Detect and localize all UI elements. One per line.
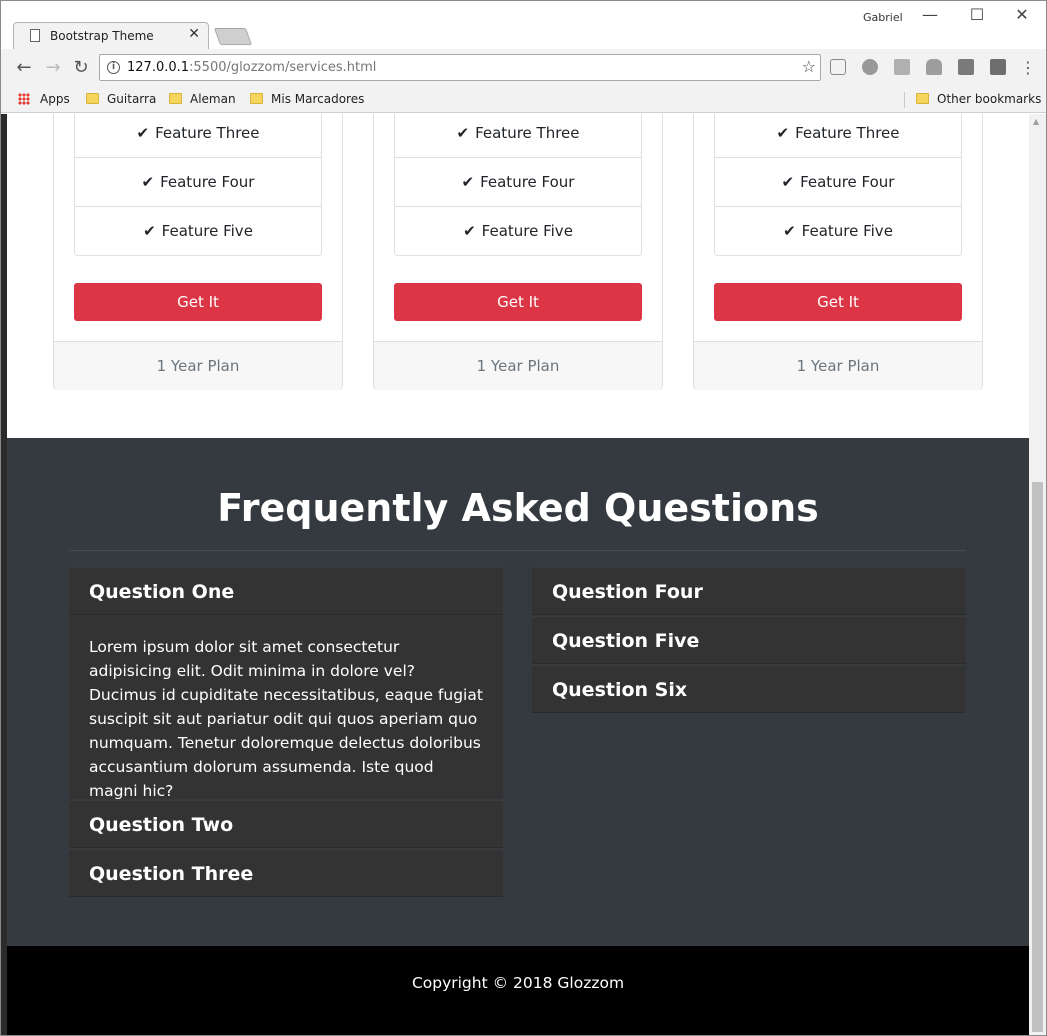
page-viewport: ✔ Feature Three ✔ Feature Four ✔ Feature Fi… bbox=[7, 114, 1029, 1035]
bookmark-apps[interactable]: Apps bbox=[18, 92, 70, 106]
vertical-scrollbar[interactable]: ▲ bbox=[1029, 114, 1046, 1035]
url-text: 127.0.0.1:5500/glozzom/services.html bbox=[127, 60, 377, 75]
plan-footer: 1 Year Plan bbox=[694, 341, 982, 390]
extension-circle-icon[interactable] bbox=[862, 59, 878, 75]
copyright-text: Copyright © 2018 Glozzom bbox=[411, 974, 625, 992]
info-icon[interactable]: i bbox=[107, 61, 120, 74]
reload-icon[interactable]: ↻ bbox=[70, 57, 92, 78]
folder-icon bbox=[86, 93, 99, 104]
new-tab-button[interactable] bbox=[213, 28, 253, 45]
check-icon: ✔ bbox=[143, 222, 156, 240]
feature-item: ✔ Feature Five bbox=[75, 206, 321, 255]
question-three-header[interactable]: Question Three bbox=[69, 849, 503, 897]
feature-item: ✔ Feature Four bbox=[75, 157, 321, 206]
tab-title: Bootstrap Theme bbox=[50, 29, 154, 43]
check-icon: ✔ bbox=[141, 173, 155, 191]
feature-item: ✔ Feature Five bbox=[715, 206, 961, 255]
get-it-button[interactable]: Get It bbox=[394, 283, 642, 321]
question-one-answer: Lorem ipsum dolor sit amet consectetur a… bbox=[69, 615, 503, 800]
feature-list: ✔ Feature Three ✔ Feature Four ✔ Feature Fi… bbox=[74, 114, 322, 256]
back-icon[interactable]: ← bbox=[13, 57, 35, 78]
folder-icon bbox=[169, 93, 182, 104]
bookmarks-bar: Apps Guitarra Aleman Mis Marcadores Othe… bbox=[1, 87, 1046, 113]
extension-android-icon[interactable] bbox=[926, 59, 942, 75]
page-icon bbox=[30, 29, 40, 42]
extension-cube-icon[interactable] bbox=[830, 59, 846, 75]
check-icon: ✔ bbox=[783, 222, 796, 240]
minimize-icon[interactable]: — bbox=[910, 5, 950, 24]
feature-list: ✔ Feature Three ✔ Feature Four ✔ Feature Fi… bbox=[714, 114, 962, 256]
folder-icon bbox=[250, 93, 263, 104]
question-four-header[interactable]: Question Four bbox=[532, 567, 966, 615]
feature-item: ✔ Feature Three bbox=[715, 114, 961, 157]
bookmark-star-icon[interactable]: ☆ bbox=[802, 57, 816, 76]
check-icon: ✔ bbox=[456, 124, 470, 142]
apps-grid-icon bbox=[18, 93, 30, 105]
bookmarks-separator bbox=[904, 92, 905, 108]
browser-tab[interactable]: Bootstrap Theme ✕ bbox=[13, 22, 209, 50]
maximize-icon[interactable]: ☐ bbox=[957, 5, 997, 24]
feature-item: ✔ Feature Three bbox=[395, 114, 641, 157]
forward-icon[interactable]: → bbox=[42, 57, 64, 78]
pricing-card: ✔ Feature Three ✔ Feature Four ✔ Feature Fi… bbox=[373, 114, 663, 390]
address-bar[interactable]: i 127.0.0.1:5500/glozzom/services.html ☆ bbox=[99, 54, 821, 81]
tab-strip: Bootstrap Theme ✕ Gabriel — ☐ ✕ bbox=[1, 1, 1046, 50]
get-it-button[interactable]: Get It bbox=[714, 283, 962, 321]
faq-section: Frequently Asked Questions Question One … bbox=[7, 438, 1029, 946]
feature-item: ✔ Feature Three bbox=[75, 114, 321, 157]
feature-item: ✔ Feature Four bbox=[715, 157, 961, 206]
feature-item: ✔ Feature Five bbox=[395, 206, 641, 255]
check-icon: ✔ bbox=[776, 124, 790, 142]
check-icon: ✔ bbox=[461, 173, 475, 191]
plan-footer: 1 Year Plan bbox=[374, 341, 662, 390]
extension-flow-icon[interactable] bbox=[958, 59, 974, 75]
question-six-header[interactable]: Question Six bbox=[532, 665, 966, 713]
browser-toolbar: ← → ↻ i 127.0.0.1:5500/glozzom/services.… bbox=[1, 49, 1046, 87]
pricing-card: ✔ Feature Three ✔ Feature Four ✔ Feature Fi… bbox=[693, 114, 983, 390]
bookmark-mis-marcadores[interactable]: Mis Marcadores bbox=[250, 92, 364, 106]
check-icon: ✔ bbox=[136, 124, 150, 142]
bookmark-guitarra[interactable]: Guitarra bbox=[86, 92, 156, 106]
plan-footer: 1 Year Plan bbox=[54, 341, 342, 390]
question-two-header[interactable]: Question Two bbox=[69, 800, 503, 848]
bookmark-aleman[interactable]: Aleman bbox=[169, 92, 236, 106]
faq-title: Frequently Asked Questions bbox=[217, 486, 819, 530]
feature-item: ✔ Feature Four bbox=[395, 157, 641, 206]
extension-dark-icon[interactable] bbox=[990, 59, 1006, 75]
pricing-card: ✔ Feature Three ✔ Feature Four ✔ Feature Fi… bbox=[53, 114, 343, 390]
close-window-icon[interactable]: ✕ bbox=[1002, 5, 1042, 24]
page-footer: Copyright © 2018 Glozzom bbox=[7, 946, 1029, 1035]
check-icon: ✔ bbox=[463, 222, 476, 240]
check-icon: ✔ bbox=[781, 173, 795, 191]
profile-name[interactable]: Gabriel bbox=[863, 11, 903, 24]
bookmark-other[interactable]: Other bookmarks bbox=[916, 92, 1041, 106]
scroll-up-icon[interactable]: ▲ bbox=[1033, 117, 1039, 126]
question-one-header[interactable]: Question One bbox=[69, 567, 503, 615]
folder-icon bbox=[916, 93, 929, 104]
feature-list: ✔ Feature Three ✔ Feature Four ✔ Feature Fi… bbox=[394, 114, 642, 256]
get-it-button[interactable]: Get It bbox=[74, 283, 322, 321]
close-tab-icon[interactable]: ✕ bbox=[188, 26, 200, 42]
extension-pdf-icon[interactable] bbox=[894, 59, 910, 75]
menu-icon[interactable]: ⋮ bbox=[1017, 58, 1039, 77]
browser-window: Bootstrap Theme ✕ Gabriel — ☐ ✕ ← → ↻ i … bbox=[0, 0, 1047, 1036]
divider bbox=[69, 550, 966, 551]
question-five-header[interactable]: Question Five bbox=[532, 616, 966, 664]
scroll-thumb[interactable] bbox=[1032, 482, 1043, 1032]
